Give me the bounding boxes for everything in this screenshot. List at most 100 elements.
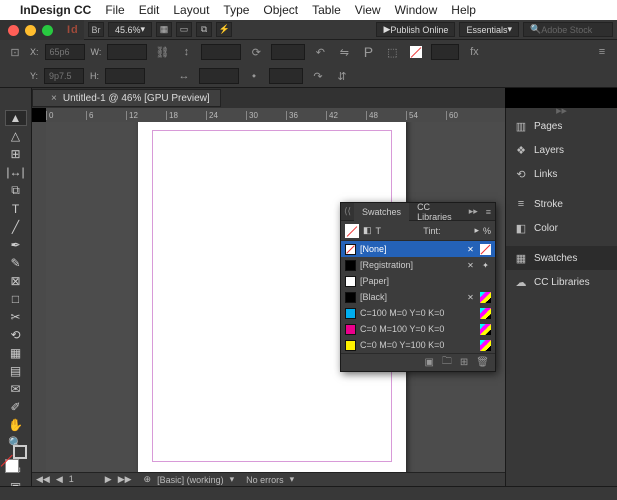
publish-online-button[interactable]: ▶ Publish Online <box>376 22 455 37</box>
stroke-weight-field[interactable] <box>431 44 459 60</box>
close-window-icon[interactable] <box>8 25 19 36</box>
paragraph-icon[interactable]: P <box>359 43 377 61</box>
pages-panel[interactable]: ▥Pages <box>506 114 617 138</box>
swatch-row[interactable]: C=0 M=0 Y=100 K=0 <box>341 337 495 353</box>
panel-menu-icon[interactable]: ≡ <box>482 207 495 217</box>
menu-table[interactable]: Table <box>312 3 341 17</box>
flip-h-icon[interactable]: ⇋ <box>335 43 353 61</box>
gpu-performance-icon[interactable]: ⚡ <box>216 22 232 37</box>
stroke-panel[interactable]: ≡Stroke <box>506 192 617 216</box>
panel-collapse-icon[interactable]: ⟨⟨ <box>341 206 354 217</box>
next-page-icon[interactable]: ▶ <box>105 474 112 485</box>
next-spread-icon[interactable]: ▶▶ <box>118 474 132 485</box>
swatch-row[interactable]: C=0 M=100 Y=0 K=0 <box>341 321 495 337</box>
rotate-90-ccw-icon[interactable]: ↶ <box>311 43 329 61</box>
w-field[interactable] <box>107 44 147 60</box>
links-panel[interactable]: ⟲Links <box>506 162 617 186</box>
reference-point-icon[interactable]: ⊡ <box>6 43 24 61</box>
scale-y-field[interactable] <box>199 68 239 84</box>
swatches-tab[interactable]: Swatches <box>354 203 409 221</box>
menu-file[interactable]: File <box>105 3 124 17</box>
panel-expand-icon[interactable]: ▸▸ <box>465 206 482 217</box>
control-panel-menu-icon[interactable]: ≡ <box>593 43 611 61</box>
fill-none-proxy-icon[interactable] <box>345 224 359 238</box>
text-fill-icon[interactable]: T <box>376 226 382 236</box>
swatches-panel-tab[interactable]: ▦Swatches <box>506 246 617 270</box>
gradient-feather-tool[interactable]: ▤ <box>5 363 27 379</box>
preset-name[interactable]: [Basic] (working) <box>157 475 224 485</box>
menu-help[interactable]: Help <box>451 3 476 17</box>
pencil-tool[interactable]: ✎ <box>5 255 27 271</box>
menu-type[interactable]: Type <box>223 3 249 17</box>
effects-icon[interactable]: fx <box>465 43 483 61</box>
y-field[interactable]: 9p7.5 <box>44 68 84 84</box>
rotate-90-cw-icon[interactable]: ↷ <box>309 67 327 85</box>
cc-libraries-tab[interactable]: CC Libraries <box>409 203 465 221</box>
shear-icon[interactable]: ⬩ <box>245 67 263 85</box>
scissors-tool[interactable]: ✂ <box>5 309 27 325</box>
hand-tool[interactable]: ✋ <box>5 417 27 433</box>
arrange-documents-icon[interactable]: ⧉ <box>196 22 212 37</box>
fill-none-icon[interactable] <box>407 43 425 61</box>
gap-tool[interactable]: |↔| <box>5 164 27 180</box>
pen-tool[interactable]: ✒ <box>5 237 27 253</box>
open-preflight-icon[interactable]: ⊕ <box>144 474 152 485</box>
prev-spread-icon[interactable]: ◀◀ <box>36 474 50 485</box>
new-folder-icon[interactable]: 🗀 <box>442 354 452 371</box>
free-transform-tool[interactable]: ⟲ <box>5 327 27 343</box>
fill-proxy-icon[interactable] <box>5 459 19 473</box>
rotate-field[interactable] <box>271 44 305 60</box>
h-field[interactable] <box>105 68 145 84</box>
bridge-icon[interactable]: Br <box>88 22 104 37</box>
color-panel[interactable]: ◧Color <box>506 216 617 240</box>
horizontal-ruler[interactable]: 0 6 12 18 24 30 36 42 48 54 60 <box>46 108 505 122</box>
workspace-switcher[interactable]: Essentials ▾ <box>459 22 519 37</box>
note-tool[interactable]: ✉ <box>5 381 27 397</box>
minimize-window-icon[interactable] <box>25 25 36 36</box>
close-tab-icon[interactable]: × <box>51 93 57 104</box>
menu-window[interactable]: Window <box>395 3 438 17</box>
scale-y-icon[interactable]: ↔ <box>175 67 193 85</box>
swatches-panel[interactable]: ⟨⟨ Swatches CC Libraries ▸▸ ≡ ◧ T Tint: … <box>340 202 496 372</box>
swatch-row[interactable]: [Black]✕ <box>341 289 495 305</box>
swatch-row[interactable]: [None]✕ <box>341 241 495 257</box>
menu-object[interactable]: Object <box>263 3 298 17</box>
layers-panel[interactable]: ❖Layers <box>506 138 617 162</box>
new-color-group-icon[interactable]: ▣ <box>424 357 433 368</box>
view-options-icon[interactable]: ▦ <box>156 22 172 37</box>
object-fill-icon[interactable]: ◧ <box>363 225 372 236</box>
screen-mode-icon[interactable]: ▭ <box>176 22 192 37</box>
menu-layout[interactable]: Layout <box>173 3 209 17</box>
errors-label[interactable]: No errors <box>246 475 284 485</box>
page-number-field[interactable]: 1 <box>69 474 99 485</box>
tint-stepper-icon[interactable]: ▸ <box>474 225 479 236</box>
type-tool[interactable]: T <box>5 201 27 217</box>
prev-page-icon[interactable]: ◀ <box>56 474 63 485</box>
eyedropper-tool[interactable]: ✐ <box>5 399 27 415</box>
zoom-level-dropdown[interactable]: 45.6% ▾ <box>108 22 152 37</box>
shear-field[interactable] <box>269 68 303 84</box>
line-tool[interactable]: ╱ <box>5 219 27 235</box>
cc-libraries-panel-tab[interactable]: ☁CC Libraries <box>506 270 617 294</box>
x-field[interactable]: 65p6 <box>45 44 85 60</box>
menu-view[interactable]: View <box>355 3 381 17</box>
delete-swatch-icon[interactable]: 🗑 <box>476 357 489 368</box>
document-tab[interactable]: × Untitled-1 @ 46% [GPU Preview] <box>32 89 221 107</box>
stroke-proxy-icon[interactable] <box>13 445 27 459</box>
swatch-row[interactable]: C=100 M=0 Y=0 K=0 <box>341 305 495 321</box>
menu-edit[interactable]: Edit <box>139 3 160 17</box>
zoom-window-icon[interactable] <box>42 25 53 36</box>
rectangle-frame-tool[interactable]: ⊠ <box>5 273 27 289</box>
rotate-icon[interactable]: ⟳ <box>247 43 265 61</box>
scale-x-icon[interactable]: ↕ <box>177 43 195 61</box>
direct-selection-tool[interactable]: △ <box>5 128 27 144</box>
tint-field[interactable] <box>444 224 470 237</box>
gradient-swatch-tool[interactable]: ▦ <box>5 345 27 361</box>
rectangle-tool[interactable]: □ <box>5 291 27 307</box>
app-name[interactable]: InDesign CC <box>20 3 91 17</box>
page-tool[interactable]: ⊞ <box>5 146 27 162</box>
new-swatch-icon[interactable]: ⊞ <box>460 357 468 368</box>
constrain-icon[interactable]: ⛓ <box>153 43 171 61</box>
scale-x-field[interactable] <box>201 44 241 60</box>
content-collector-tool[interactable]: ⧉ <box>5 182 27 199</box>
